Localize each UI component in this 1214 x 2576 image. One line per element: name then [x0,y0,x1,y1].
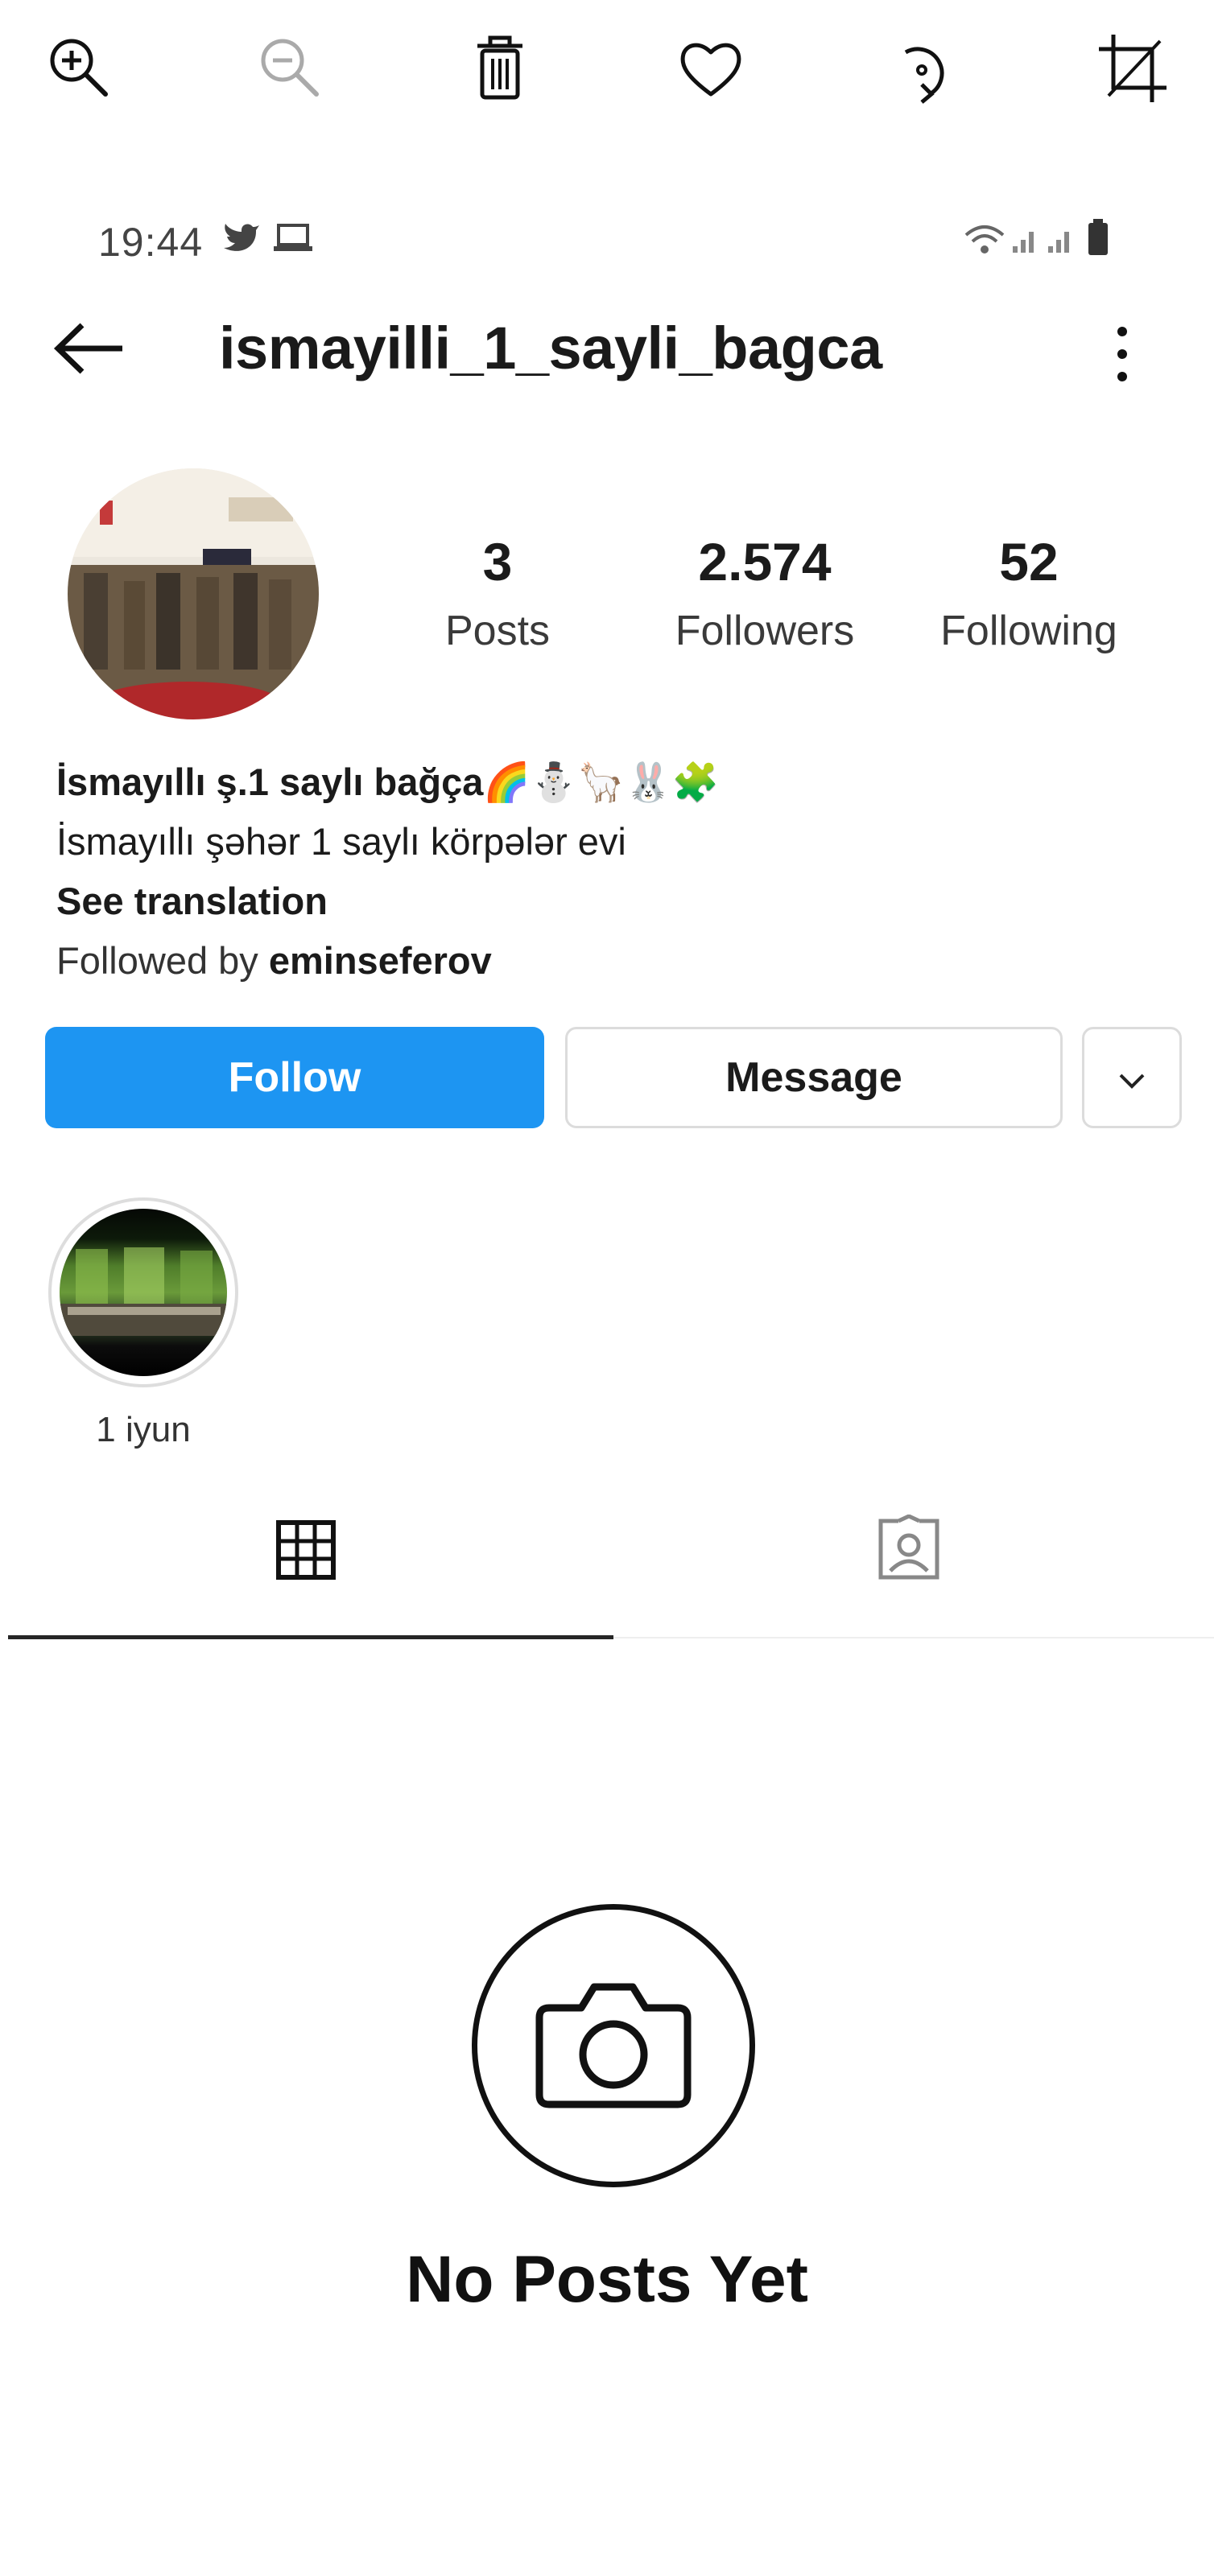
suggested-accounts-button[interactable] [1082,1027,1182,1128]
see-translation-link[interactable]: See translation [56,879,328,923]
zoom-out-icon[interactable] [246,24,335,113]
crop-icon[interactable] [1088,24,1177,113]
stat-label: Posts [444,608,551,654]
status-bar: 19:44 [0,193,1214,290]
tab-divider [613,1637,1214,1638]
stat-value: 3 [482,532,513,591]
stat-followers[interactable]: 2.574 Followers [644,531,886,655]
zoom-in-icon[interactable] [35,24,124,113]
avatar[interactable] [68,468,319,719]
rotate-icon[interactable] [877,24,966,113]
follow-button[interactable]: Follow [45,1027,544,1128]
profile-display-name: İsmayıllı ş.1 saylı bağça🌈⛄🦙🐰🧩 [56,760,719,803]
tagged-user-icon[interactable] [874,1514,944,1588]
empty-state-title: No Posts Yet [406,2243,808,2316]
camera-icon [533,1976,694,2116]
followed-by-user: eminseferov [268,939,492,982]
twitter-icon [222,221,261,260]
wifi-icon [963,224,1006,260]
signal-icon [1047,225,1076,258]
message-button[interactable]: Message [565,1027,1063,1128]
followed-by-prefix: Followed by [56,939,269,982]
stat-following[interactable]: 52 Following [908,531,1150,655]
stat-label: Following [940,608,1117,654]
stat-value: 2.574 [698,532,832,591]
empty-state-circle [472,1904,755,2187]
active-tab-indicator [8,1635,613,1639]
battery-icon [1087,219,1109,260]
grid-icon[interactable] [275,1519,337,1585]
stat-value: 52 [999,532,1059,591]
stat-posts[interactable]: 3 Posts [377,531,618,655]
signal-icon [1011,225,1040,258]
story-highlight[interactable] [48,1197,238,1387]
back-arrow-icon[interactable] [52,320,129,381]
chevron-down-icon [1116,1053,1148,1102]
trash-icon[interactable] [456,24,544,113]
stat-label: Followers [675,608,855,654]
highlight-cover [60,1209,227,1376]
laptop-icon [272,222,314,258]
highlight-label: 1 iyun [96,1410,191,1449]
status-time: 19:44 [98,220,204,265]
profile-description: İsmayıllı şəhər 1 saylı körpələr evi [56,820,626,863]
more-vertical-icon[interactable] [1108,322,1137,390]
followed-by[interactable]: Followed by eminseferov [56,938,492,983]
heart-icon[interactable] [667,24,755,113]
profile-username: ismayilli_1_sayli_bagca [219,315,882,381]
